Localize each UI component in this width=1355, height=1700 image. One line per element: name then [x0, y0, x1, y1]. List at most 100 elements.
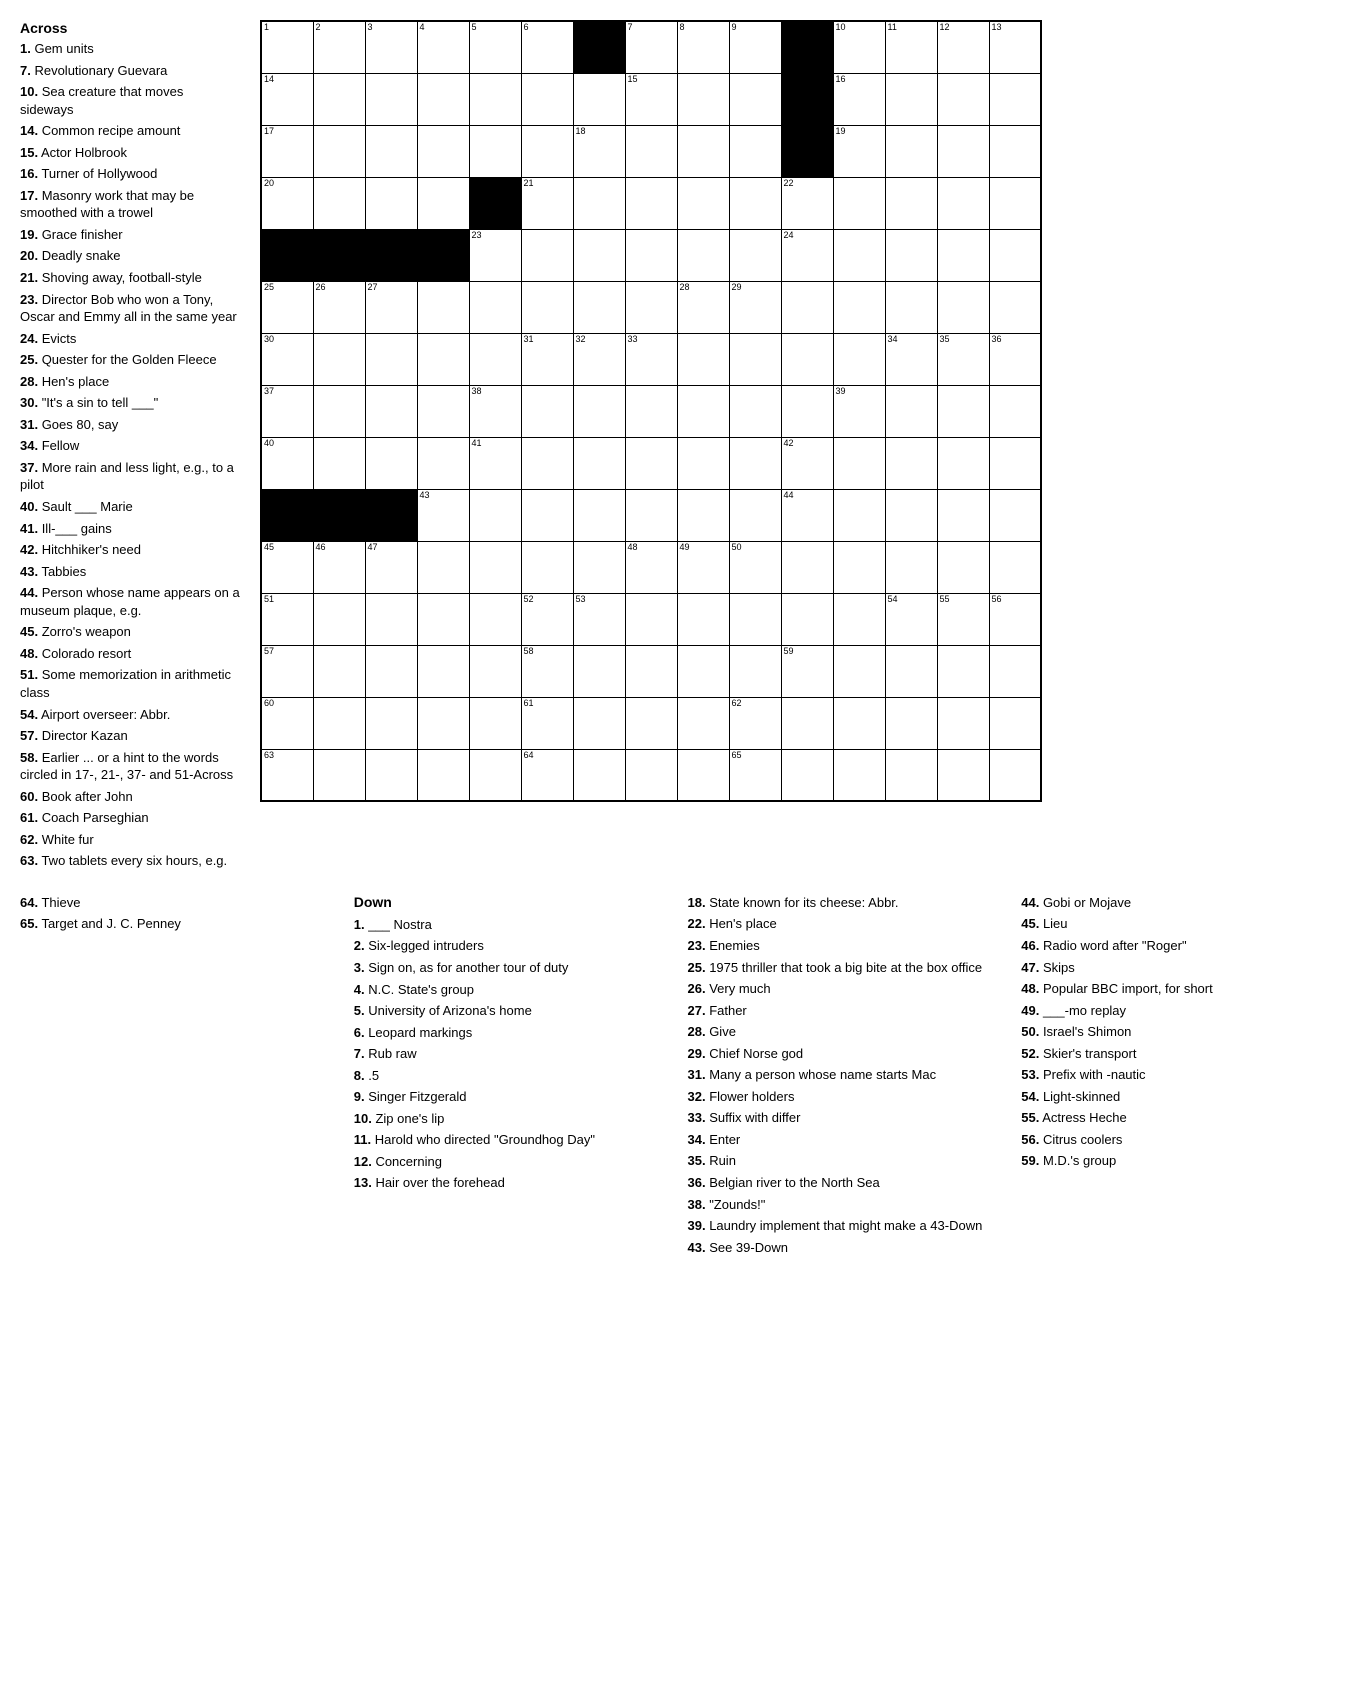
grid-cell[interactable] [573, 749, 625, 801]
grid-cell[interactable] [625, 645, 677, 697]
grid-cell[interactable]: 1 [261, 21, 313, 73]
grid-cell[interactable]: 64 [521, 749, 573, 801]
grid-cell[interactable] [365, 593, 417, 645]
grid-cell[interactable] [417, 333, 469, 385]
grid-cell[interactable] [677, 593, 729, 645]
grid-cell[interactable] [937, 125, 989, 177]
grid-cell[interactable]: 27 [365, 281, 417, 333]
grid-cell[interactable]: 35 [937, 333, 989, 385]
grid-cell[interactable] [313, 229, 365, 281]
grid-cell[interactable] [469, 749, 521, 801]
grid-cell[interactable] [365, 645, 417, 697]
grid-cell[interactable] [417, 697, 469, 749]
grid-cell[interactable]: 59 [781, 645, 833, 697]
grid-cell[interactable] [677, 697, 729, 749]
grid-cell[interactable] [885, 281, 937, 333]
grid-cell[interactable] [937, 73, 989, 125]
grid-cell[interactable] [677, 645, 729, 697]
grid-cell[interactable] [469, 645, 521, 697]
grid-cell[interactable] [989, 697, 1041, 749]
grid-cell[interactable] [729, 177, 781, 229]
grid-cell[interactable] [469, 333, 521, 385]
grid-cell[interactable]: 3 [365, 21, 417, 73]
grid-cell[interactable]: 21 [521, 177, 573, 229]
grid-cell[interactable] [365, 177, 417, 229]
grid-cell[interactable] [937, 177, 989, 229]
grid-cell[interactable]: 26 [313, 281, 365, 333]
grid-cell[interactable] [313, 125, 365, 177]
grid-cell[interactable] [417, 593, 469, 645]
grid-cell[interactable] [625, 697, 677, 749]
grid-cell[interactable] [729, 489, 781, 541]
grid-cell[interactable]: 6 [521, 21, 573, 73]
grid-cell[interactable] [885, 125, 937, 177]
grid-cell[interactable]: 34 [885, 333, 937, 385]
grid-cell[interactable] [313, 177, 365, 229]
grid-cell[interactable] [365, 489, 417, 541]
grid-cell[interactable] [989, 541, 1041, 593]
grid-cell[interactable] [885, 489, 937, 541]
grid-cell[interactable] [573, 541, 625, 593]
grid-cell[interactable] [885, 541, 937, 593]
grid-cell[interactable] [729, 437, 781, 489]
grid-cell[interactable] [521, 385, 573, 437]
grid-cell[interactable] [885, 73, 937, 125]
grid-cell[interactable] [469, 281, 521, 333]
grid-cell[interactable] [469, 125, 521, 177]
grid-cell[interactable] [937, 697, 989, 749]
grid-cell[interactable]: 46 [313, 541, 365, 593]
grid-cell[interactable] [417, 749, 469, 801]
grid-cell[interactable] [469, 593, 521, 645]
grid-cell[interactable]: 41 [469, 437, 521, 489]
grid-cell[interactable] [781, 541, 833, 593]
grid-cell[interactable] [781, 333, 833, 385]
grid-cell[interactable] [417, 281, 469, 333]
grid-cell[interactable]: 63 [261, 749, 313, 801]
grid-cell[interactable] [885, 229, 937, 281]
grid-cell[interactable] [937, 437, 989, 489]
grid-cell[interactable] [521, 125, 573, 177]
grid-cell[interactable]: 49 [677, 541, 729, 593]
grid-cell[interactable]: 18 [573, 125, 625, 177]
grid-cell[interactable] [521, 489, 573, 541]
grid-cell[interactable] [521, 229, 573, 281]
grid-cell[interactable]: 9 [729, 21, 781, 73]
grid-cell[interactable] [729, 385, 781, 437]
grid-cell[interactable] [417, 437, 469, 489]
grid-cell[interactable] [833, 749, 885, 801]
grid-cell[interactable] [573, 697, 625, 749]
grid-cell[interactable] [677, 333, 729, 385]
grid-cell[interactable] [833, 489, 885, 541]
grid-cell[interactable] [833, 593, 885, 645]
grid-cell[interactable] [313, 697, 365, 749]
grid-cell[interactable] [625, 229, 677, 281]
grid-cell[interactable]: 10 [833, 21, 885, 73]
grid-cell[interactable] [313, 489, 365, 541]
grid-cell[interactable]: 25 [261, 281, 313, 333]
grid-cell[interactable] [781, 21, 833, 73]
grid-cell[interactable] [313, 437, 365, 489]
grid-cell[interactable] [781, 125, 833, 177]
grid-cell[interactable] [573, 645, 625, 697]
grid-cell[interactable] [261, 489, 313, 541]
grid-cell[interactable] [625, 125, 677, 177]
grid-cell[interactable] [365, 697, 417, 749]
grid-cell[interactable] [521, 541, 573, 593]
grid-cell[interactable] [625, 437, 677, 489]
grid-cell[interactable] [937, 229, 989, 281]
grid-cell[interactable]: 53 [573, 593, 625, 645]
grid-cell[interactable] [989, 645, 1041, 697]
grid-cell[interactable]: 29 [729, 281, 781, 333]
grid-cell[interactable] [781, 697, 833, 749]
grid-cell[interactable] [729, 229, 781, 281]
grid-cell[interactable] [417, 73, 469, 125]
grid-cell[interactable]: 55 [937, 593, 989, 645]
grid-cell[interactable] [625, 593, 677, 645]
grid-cell[interactable] [781, 593, 833, 645]
grid-cell[interactable] [417, 541, 469, 593]
grid-cell[interactable]: 51 [261, 593, 313, 645]
grid-cell[interactable] [313, 645, 365, 697]
grid-cell[interactable] [313, 385, 365, 437]
grid-cell[interactable] [573, 177, 625, 229]
grid-cell[interactable]: 61 [521, 697, 573, 749]
